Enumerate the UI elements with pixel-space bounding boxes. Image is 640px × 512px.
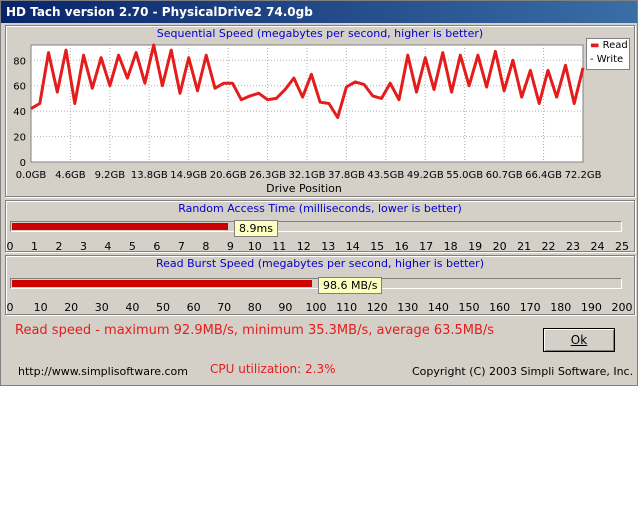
burst-scale-tick: 60 bbox=[186, 301, 201, 314]
random_access-scale-tick: 12 bbox=[296, 240, 311, 253]
random_access-scale-tick: 8 bbox=[202, 240, 210, 253]
random_access-scale-tick: 14 bbox=[345, 240, 360, 253]
burst-scale-tick: 10 bbox=[33, 301, 48, 314]
burst-value: 98.6 MB/s bbox=[318, 277, 383, 294]
random-access-fill bbox=[12, 223, 228, 230]
x-tick-label: 49.2GB bbox=[407, 170, 444, 181]
burst-scale-tick: 140 bbox=[427, 301, 449, 314]
burst-scale-tick: 30 bbox=[94, 301, 109, 314]
x-tick-label: 13.8GB bbox=[131, 170, 168, 181]
random_access-scale-tick: 3 bbox=[79, 240, 87, 253]
burst-scale-tick: 90 bbox=[278, 301, 293, 314]
y-tick-label: 0 bbox=[20, 158, 26, 169]
x-tick-label: 66.4GB bbox=[525, 170, 562, 181]
x-tick-label: 72.2GB bbox=[565, 170, 602, 181]
random_access-scale-tick: 6 bbox=[153, 240, 161, 253]
legend-write-label: Write bbox=[596, 54, 624, 65]
legend-read: ▬ Read bbox=[590, 40, 628, 51]
burst-scale-tick: 200 bbox=[611, 301, 633, 314]
burst-scale-tick: 170 bbox=[519, 301, 541, 314]
random_access-scale-tick: 19 bbox=[468, 240, 483, 253]
ok-button[interactable]: Ok bbox=[543, 328, 615, 352]
legend-write: - Write bbox=[590, 54, 624, 65]
random_access-scale-tick: 18 bbox=[443, 240, 458, 253]
burst-scale-tick: 110 bbox=[336, 301, 358, 314]
burst-scale-tick: 70 bbox=[217, 301, 232, 314]
burst-scale-tick: 130 bbox=[397, 301, 419, 314]
random_access-scale-tick: 15 bbox=[370, 240, 385, 253]
random_access-scale-tick: 17 bbox=[419, 240, 434, 253]
random_access-scale-tick: 16 bbox=[394, 240, 409, 253]
random_access-scale-tick: 11 bbox=[272, 240, 287, 253]
x-axis-label: Drive Position bbox=[266, 182, 342, 195]
burst-scale-tick: 100 bbox=[305, 301, 327, 314]
sequential-legend: ▬ Read - Write bbox=[586, 38, 630, 70]
random-access-bar bbox=[10, 221, 622, 232]
y-tick-label: 40 bbox=[13, 107, 26, 118]
burst-scale-tick: 20 bbox=[64, 301, 79, 314]
legend-read-label: Read bbox=[602, 40, 628, 51]
random_access-scale-tick: 0 bbox=[6, 240, 14, 253]
random_access-scale-tick: 2 bbox=[55, 240, 63, 253]
x-tick-label: 26.3GB bbox=[249, 170, 286, 181]
burst-scale-tick: 180 bbox=[550, 301, 572, 314]
ok-button-label: Ok bbox=[570, 333, 588, 347]
burst-scale-tick: 50 bbox=[156, 301, 170, 314]
x-tick-label: 4.6GB bbox=[55, 170, 86, 181]
x-tick-label: 9.2GB bbox=[95, 170, 126, 181]
random_access-scale-tick: 13 bbox=[321, 240, 336, 253]
sequential-chart: 0.0GB 4.6GB 9.2GB 13.8GB 14.9GB 20.6GB 26.3GB 3… bbox=[13, 43, 602, 181]
burst-scale-tick: 120 bbox=[366, 301, 388, 314]
burst-scale-tick: 80 bbox=[247, 301, 262, 314]
read-speed-summary: Read speed - maximum 92.9MB/s, minimum 3… bbox=[15, 323, 495, 338]
burst-scale-tick: 150 bbox=[458, 301, 480, 314]
burst-scale-tick: 40 bbox=[125, 301, 140, 314]
burst-fill bbox=[12, 280, 312, 287]
x-tick-label: 32.1GB bbox=[289, 170, 326, 181]
y-tick-label: 20 bbox=[13, 133, 26, 144]
random_access-scale-tick: 1 bbox=[30, 240, 38, 253]
y-tick-label: 80 bbox=[13, 56, 26, 67]
random_access-scale-tick: 23 bbox=[566, 240, 581, 253]
random_access-scale-tick: 22 bbox=[541, 240, 556, 253]
random_access-scale-tick: 10 bbox=[247, 240, 262, 253]
x-tick-label: 55.0GB bbox=[446, 170, 483, 181]
hdtach-window: HD Tach version 2.70 - PhysicalDrive2 74… bbox=[0, 0, 638, 386]
y-tick-label: 60 bbox=[13, 82, 26, 93]
x-tick-label: 20.6GB bbox=[210, 170, 247, 181]
burst-scale-tick: 160 bbox=[489, 301, 511, 314]
copyright: Copyright (C) 2003 Simpli Software, Inc. bbox=[412, 365, 634, 378]
random_access-scale-tick: 25 bbox=[615, 240, 629, 253]
random_access-scale-tick: 7 bbox=[177, 240, 185, 253]
burst-caption: Read Burst Speed (megabytes per second, … bbox=[156, 257, 484, 270]
random_access-scale-tick: 20 bbox=[492, 240, 507, 253]
random-access-scale: 0 1 2 3 4 5 6 7 8 9 10 11 12 13 14 15 16 17 18 19 20 21 22 23 24… bbox=[1, 240, 640, 254]
random-access-value: 8.9ms bbox=[234, 220, 278, 237]
burst-bar bbox=[10, 278, 622, 289]
x-tick-label: 0.0GB bbox=[16, 170, 47, 181]
random_access-scale-tick: 4 bbox=[104, 240, 112, 253]
random_access-scale-tick: 21 bbox=[517, 240, 532, 253]
x-tick-label: 43.5GB bbox=[367, 170, 404, 181]
cpu-utilization: CPU utilization: 2.3% bbox=[210, 362, 336, 376]
burst-scale-tick: 0 bbox=[6, 301, 14, 314]
random-access-caption: Random Access Time (milliseconds, lower … bbox=[178, 202, 462, 215]
random_access-scale-tick: 24 bbox=[590, 240, 605, 253]
website-url: http://www.simplisoftware.com bbox=[18, 365, 189, 378]
window-title: HD Tach version 2.70 - PhysicalDrive2 74… bbox=[1, 1, 637, 23]
x-tick-label: 14.9GB bbox=[170, 170, 207, 181]
burst-scale-tick: 190 bbox=[580, 301, 602, 314]
burst-scale: 0 10 20 30 40 50 60 70 80 90 100 110 120 130 140 150 160… bbox=[1, 301, 640, 315]
x-tick-label: 60.7GB bbox=[486, 170, 523, 181]
random_access-scale-tick: 5 bbox=[128, 240, 136, 253]
random_access-scale-tick: 9 bbox=[226, 240, 234, 253]
x-tick-label: 37.8GB bbox=[328, 170, 365, 181]
